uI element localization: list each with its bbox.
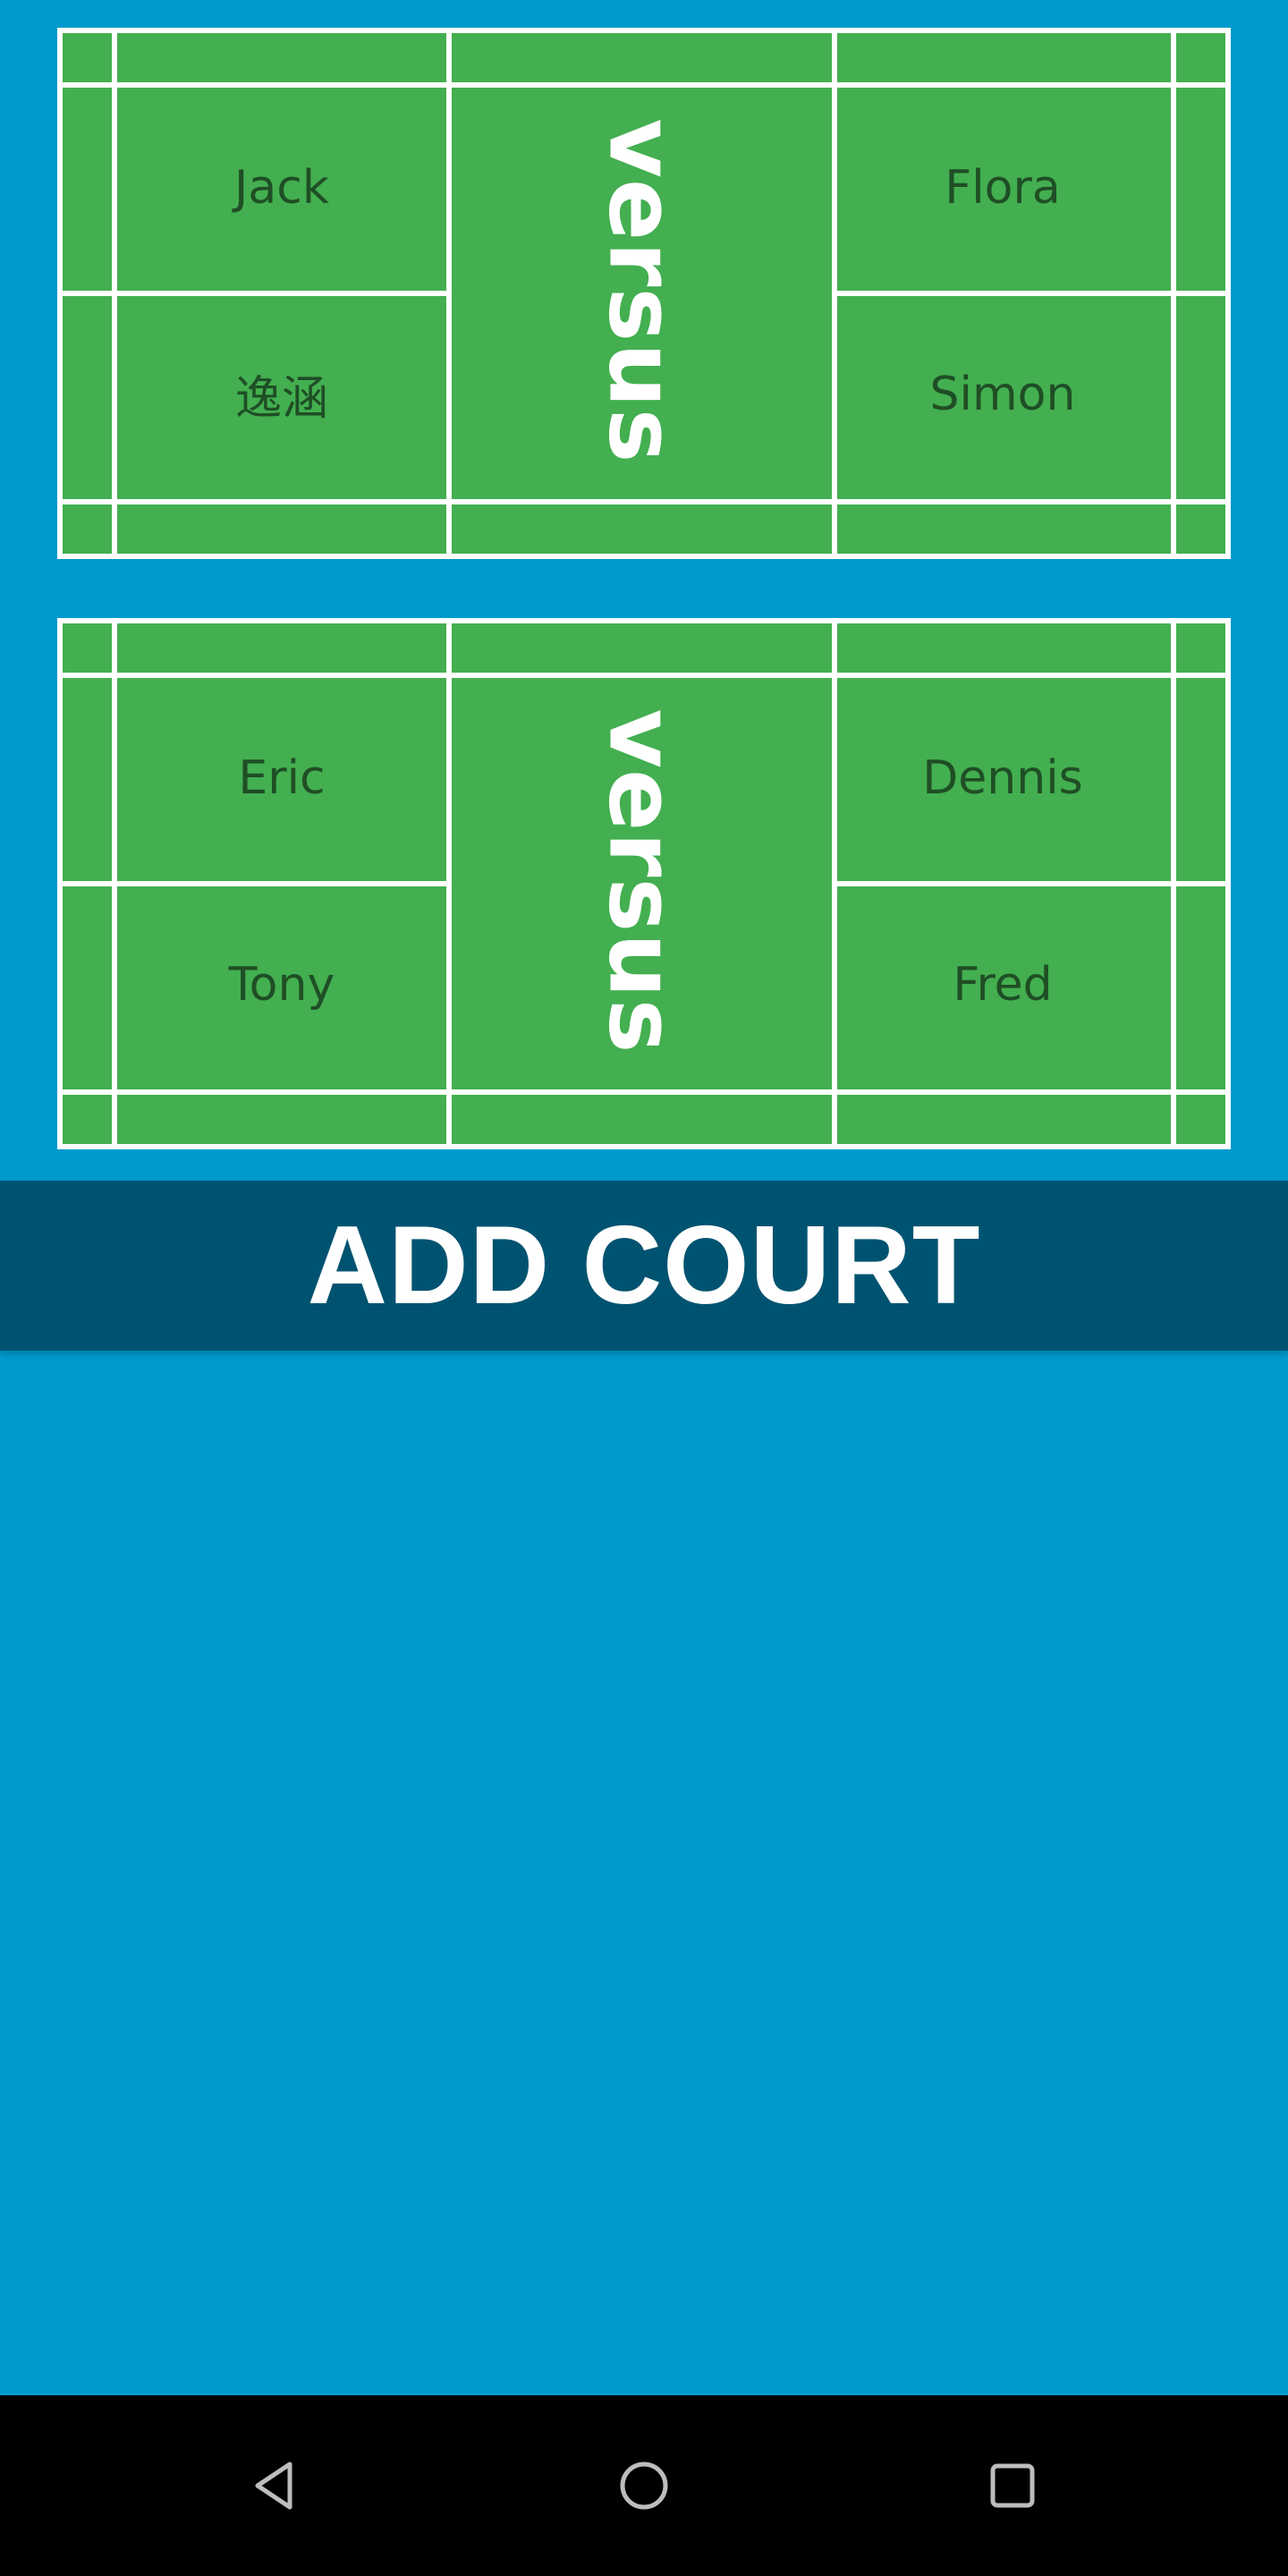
- court-2: Eric Tony versus Dennis Fred: [57, 618, 1231, 1149]
- add-court-button[interactable]: ADD COURT: [0, 1181, 1288, 1351]
- player-left-top[interactable]: Jack: [116, 87, 447, 288]
- court-1: Jack 逸涵 versus Flora Simon: [57, 28, 1231, 559]
- navigation-bar: [0, 2395, 1288, 2576]
- versus-text: versus: [588, 117, 695, 464]
- home-button[interactable]: [599, 2441, 689, 2530]
- add-court-label: ADD COURT: [307, 1204, 981, 1327]
- home-icon: [620, 2462, 668, 2510]
- versus-label: versus: [452, 87, 832, 495]
- versus-text: versus: [588, 708, 695, 1055]
- back-button[interactable]: [231, 2441, 320, 2530]
- recents-icon: [990, 2463, 1035, 2508]
- player-left-bottom[interactable]: Tony: [116, 884, 447, 1085]
- player-left-top[interactable]: Eric: [116, 677, 447, 878]
- player-right-bottom[interactable]: Fred: [837, 884, 1168, 1085]
- player-right-top[interactable]: Dennis: [837, 677, 1168, 878]
- versus-label: versus: [452, 677, 832, 1085]
- recents-button[interactable]: [968, 2441, 1057, 2530]
- back-icon: [255, 2462, 292, 2510]
- player-right-top[interactable]: Flora: [837, 87, 1168, 288]
- player-left-bottom[interactable]: 逸涵: [116, 293, 447, 495]
- player-right-bottom[interactable]: Simon: [837, 293, 1168, 495]
